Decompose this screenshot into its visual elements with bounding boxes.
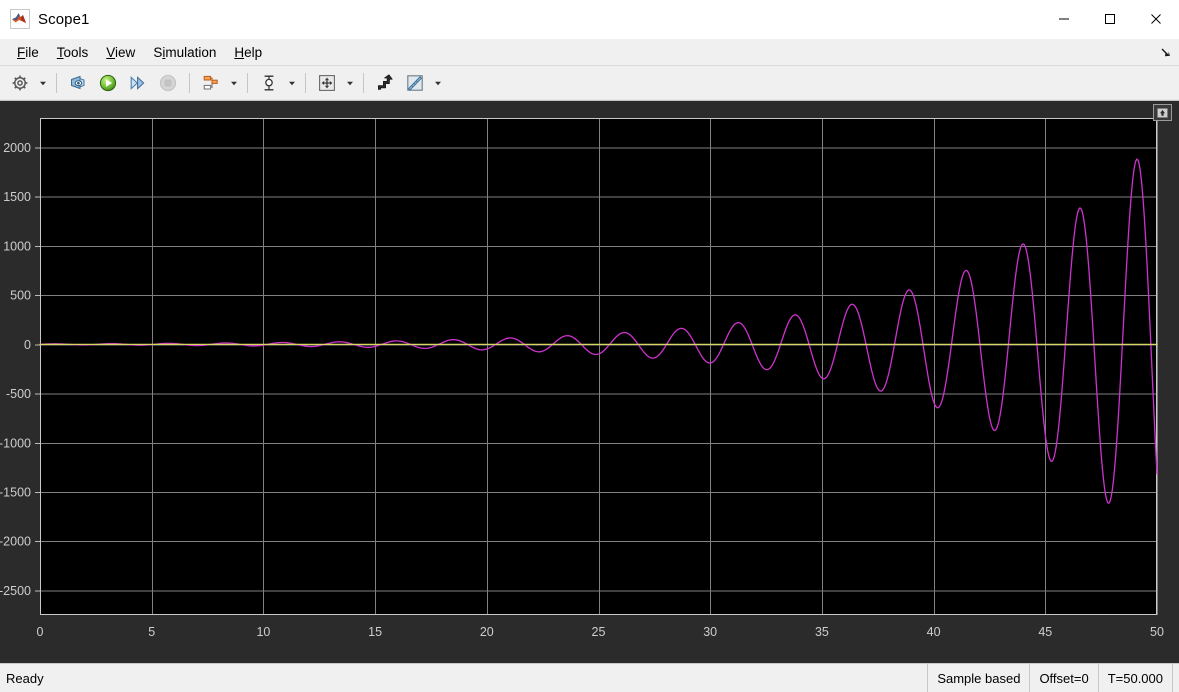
configuration-properties-dropdown[interactable] bbox=[35, 69, 50, 97]
menu-tools[interactable]: Tools bbox=[48, 42, 98, 63]
status-message: Ready bbox=[6, 670, 44, 686]
window-controls bbox=[1041, 0, 1179, 38]
svg-text:-2000: -2000 bbox=[0, 535, 31, 549]
toolbar bbox=[0, 66, 1179, 101]
cursor-measurements-button[interactable] bbox=[254, 69, 284, 97]
svg-text:5: 5 bbox=[148, 625, 155, 639]
configuration-properties-button[interactable] bbox=[5, 69, 35, 97]
svg-text:-1500: -1500 bbox=[0, 485, 31, 499]
close-button[interactable] bbox=[1133, 0, 1179, 38]
svg-text:2000: 2000 bbox=[3, 141, 31, 155]
undock-arrow-icon[interactable] bbox=[1157, 44, 1173, 60]
menu-bar: File Tools View Simulation Help bbox=[0, 39, 1179, 66]
scope-window: Scope1 File Tools View Simulation Help 2… bbox=[0, 0, 1179, 692]
menu-view[interactable]: View bbox=[97, 42, 144, 63]
svg-text:15: 15 bbox=[368, 625, 382, 639]
step-forward-button[interactable] bbox=[123, 69, 153, 97]
status-offset: Offset=0 bbox=[1029, 664, 1097, 692]
svg-text:1000: 1000 bbox=[3, 239, 31, 253]
menu-help[interactable]: Help bbox=[225, 42, 271, 63]
svg-text:0: 0 bbox=[24, 338, 31, 352]
print-button[interactable] bbox=[63, 69, 93, 97]
menu-file[interactable]: File bbox=[8, 42, 48, 63]
style-button[interactable] bbox=[400, 69, 430, 97]
matlab-icon bbox=[10, 9, 30, 29]
scope-canvas[interactable]: 2000150010005000-500-1000-1500-2000-2500… bbox=[0, 101, 1179, 663]
toolbar-separator bbox=[189, 73, 190, 93]
toolbar-separator bbox=[305, 73, 306, 93]
highlight-signal-button[interactable] bbox=[370, 69, 400, 97]
svg-text:25: 25 bbox=[592, 625, 606, 639]
svg-text:20: 20 bbox=[480, 625, 494, 639]
svg-text:0: 0 bbox=[37, 625, 44, 639]
scale-axes-limits-dropdown[interactable] bbox=[342, 69, 357, 97]
status-simulation-time: T=50.000 bbox=[1097, 664, 1173, 692]
status-bar: Ready Sample based Offset=0 T=50.000 bbox=[0, 663, 1179, 692]
layout-button[interactable] bbox=[196, 69, 226, 97]
maximize-axes-icon[interactable] bbox=[1153, 104, 1172, 121]
svg-text:500: 500 bbox=[10, 289, 31, 303]
scale-axes-limits-button[interactable] bbox=[312, 69, 342, 97]
toolbar-separator bbox=[56, 73, 57, 93]
menu-simulation[interactable]: Simulation bbox=[144, 42, 225, 63]
minimize-button[interactable] bbox=[1041, 0, 1087, 38]
run-button[interactable] bbox=[93, 69, 123, 97]
window-title: Scope1 bbox=[38, 10, 90, 28]
svg-text:40: 40 bbox=[927, 625, 941, 639]
svg-text:-500: -500 bbox=[6, 387, 31, 401]
maximize-button[interactable] bbox=[1087, 0, 1133, 38]
layout-dropdown[interactable] bbox=[226, 69, 241, 97]
svg-text:30: 30 bbox=[703, 625, 717, 639]
svg-text:50: 50 bbox=[1150, 625, 1164, 639]
svg-text:-2500: -2500 bbox=[0, 584, 31, 598]
svg-text:-1000: -1000 bbox=[0, 436, 31, 450]
svg-text:10: 10 bbox=[256, 625, 270, 639]
stop-button bbox=[153, 69, 183, 97]
cursor-measurements-dropdown[interactable] bbox=[284, 69, 299, 97]
svg-text:35: 35 bbox=[815, 625, 829, 639]
status-sample-mode: Sample based bbox=[927, 664, 1029, 692]
toolbar-separator bbox=[247, 73, 248, 93]
scope-plot-area[interactable]: 2000 1500 1000 500 0 -500 -1000 -1500 -2000 -2500… bbox=[0, 101, 1179, 663]
svg-text:45: 45 bbox=[1038, 625, 1052, 639]
svg-text:1500: 1500 bbox=[3, 190, 31, 204]
title-bar: Scope1 bbox=[0, 0, 1179, 39]
style-dropdown[interactable] bbox=[430, 69, 445, 97]
toolbar-separator bbox=[363, 73, 364, 93]
